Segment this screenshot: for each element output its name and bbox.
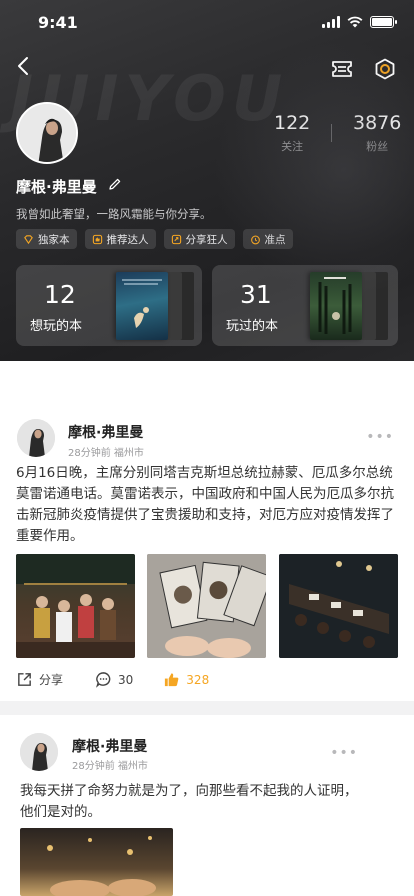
post-author[interactable]: 摩根·弗里曼	[72, 736, 147, 756]
book-cover	[310, 272, 362, 340]
ticket-icon[interactable]	[330, 57, 354, 81]
following-stat[interactable]: 122 关注	[274, 112, 310, 154]
post-photo[interactable]	[147, 554, 266, 658]
edit-pencil-icon[interactable]	[108, 177, 122, 191]
profile-name: 摩根·弗里曼	[16, 178, 97, 196]
played-label: 玩过的本	[226, 319, 279, 334]
share-tag-icon	[171, 234, 181, 244]
tag-label: 独家本	[38, 233, 70, 246]
post-photo[interactable]	[20, 828, 173, 896]
fans-stat[interactable]: 3876 粉丝	[353, 112, 401, 154]
post-avatar[interactable]	[20, 733, 58, 771]
share-button[interactable]: 分享	[16, 671, 63, 688]
book-cover	[116, 272, 168, 340]
share-label: 分享	[39, 673, 64, 687]
like-button[interactable]: 328	[163, 671, 209, 688]
status-bar: 9:41	[0, 0, 414, 44]
tag-label: 推荐达人	[106, 233, 149, 246]
post-time: 28分钟前	[68, 448, 111, 459]
more-options-icon[interactable]: •••	[366, 429, 394, 445]
tag-exclusive[interactable]: 独家本	[16, 229, 77, 249]
post-text: 6月16日晚，主席分别同塔吉克斯坦总统拉赫蒙、厄瓜多尔总统莫雷诺通电话。莫雷诺表…	[16, 465, 394, 544]
following-label: 关注	[281, 140, 304, 153]
fans-label: 粉丝	[366, 140, 389, 153]
post-photo[interactable]	[16, 554, 135, 658]
stat-divider	[331, 124, 332, 142]
settings-hexagon-icon[interactable]	[373, 57, 397, 81]
post-card: 摩根·弗里曼 28分钟前 福州市 ••• 6月16日晚，主席分别同塔吉克斯坦总统…	[0, 361, 414, 701]
comment-button[interactable]: 30	[95, 671, 133, 688]
played-count: 31	[240, 280, 272, 309]
want-to-play-label: 想玩的本	[30, 319, 83, 334]
tag-sharer[interactable]: 分享狂人	[163, 229, 235, 249]
post-text: 我每天拼了命努力就是为了，向那些看不起我的人证明，他们是对的。	[20, 783, 358, 820]
post-meta: 28分钟前 福州市	[72, 757, 148, 772]
share-icon	[18, 673, 31, 686]
post-time: 28分钟前	[72, 761, 115, 772]
status-icons	[322, 16, 397, 28]
comment-icon	[96, 672, 111, 688]
post-location: 福州市	[117, 761, 148, 772]
wifi-icon	[347, 16, 363, 28]
battery-icon	[370, 16, 397, 28]
tag-punctual[interactable]: 准点	[242, 229, 293, 249]
clock-icon	[250, 235, 260, 244]
cellular-signal-icon	[322, 16, 340, 28]
profile-bio: 我曾如此奢望，一路风霜能与你分享。	[16, 207, 212, 221]
want-to-play-card[interactable]: 12 想玩的本	[16, 265, 202, 346]
post-meta: 28分钟前 福州市	[68, 444, 144, 459]
thumbs-up-icon	[165, 673, 179, 687]
more-options-icon[interactable]: •••	[330, 745, 358, 761]
post-actions: 分享 30 328	[16, 671, 209, 688]
like-count: 328	[186, 672, 210, 687]
comment-count: 30	[118, 672, 134, 687]
following-count: 122	[274, 112, 311, 134]
post-card: 摩根·弗里曼 28分钟前 福州市 ••• 我每天拼了命努力就是为了，向那些看不起…	[0, 715, 414, 896]
post-photo[interactable]	[279, 554, 398, 658]
badge-tags: 独家本 推荐达人 分享狂人 准点	[16, 229, 293, 249]
post-author[interactable]: 摩根·弗里曼	[68, 422, 143, 442]
want-to-play-count: 12	[44, 280, 76, 309]
status-time: 9:41	[38, 13, 78, 32]
post-separator	[0, 701, 414, 715]
post-avatar[interactable]	[17, 419, 55, 457]
feed-panel: 动态 点赞 摩根·弗里曼 28分钟前 福州市 ••• 6月16日晚，主席分别同塔…	[0, 361, 414, 701]
diamond-icon	[24, 234, 33, 244]
tag-recommender[interactable]: 推荐达人	[84, 229, 156, 249]
tag-label: 准点	[264, 233, 286, 246]
post-location: 福州市	[113, 448, 144, 459]
fans-count: 3876	[353, 112, 402, 134]
thumb-tag-icon	[92, 234, 102, 244]
back-arrow-icon[interactable]	[12, 54, 36, 78]
tag-label: 分享狂人	[185, 233, 228, 246]
played-card[interactable]: 31 玩过的本	[212, 265, 398, 346]
profile-avatar[interactable]	[16, 102, 78, 164]
profile-header: JUIYOU 9:41 122 关注 3876 粉丝 摩根·弗里曼 我曾如此奢望…	[0, 0, 414, 400]
